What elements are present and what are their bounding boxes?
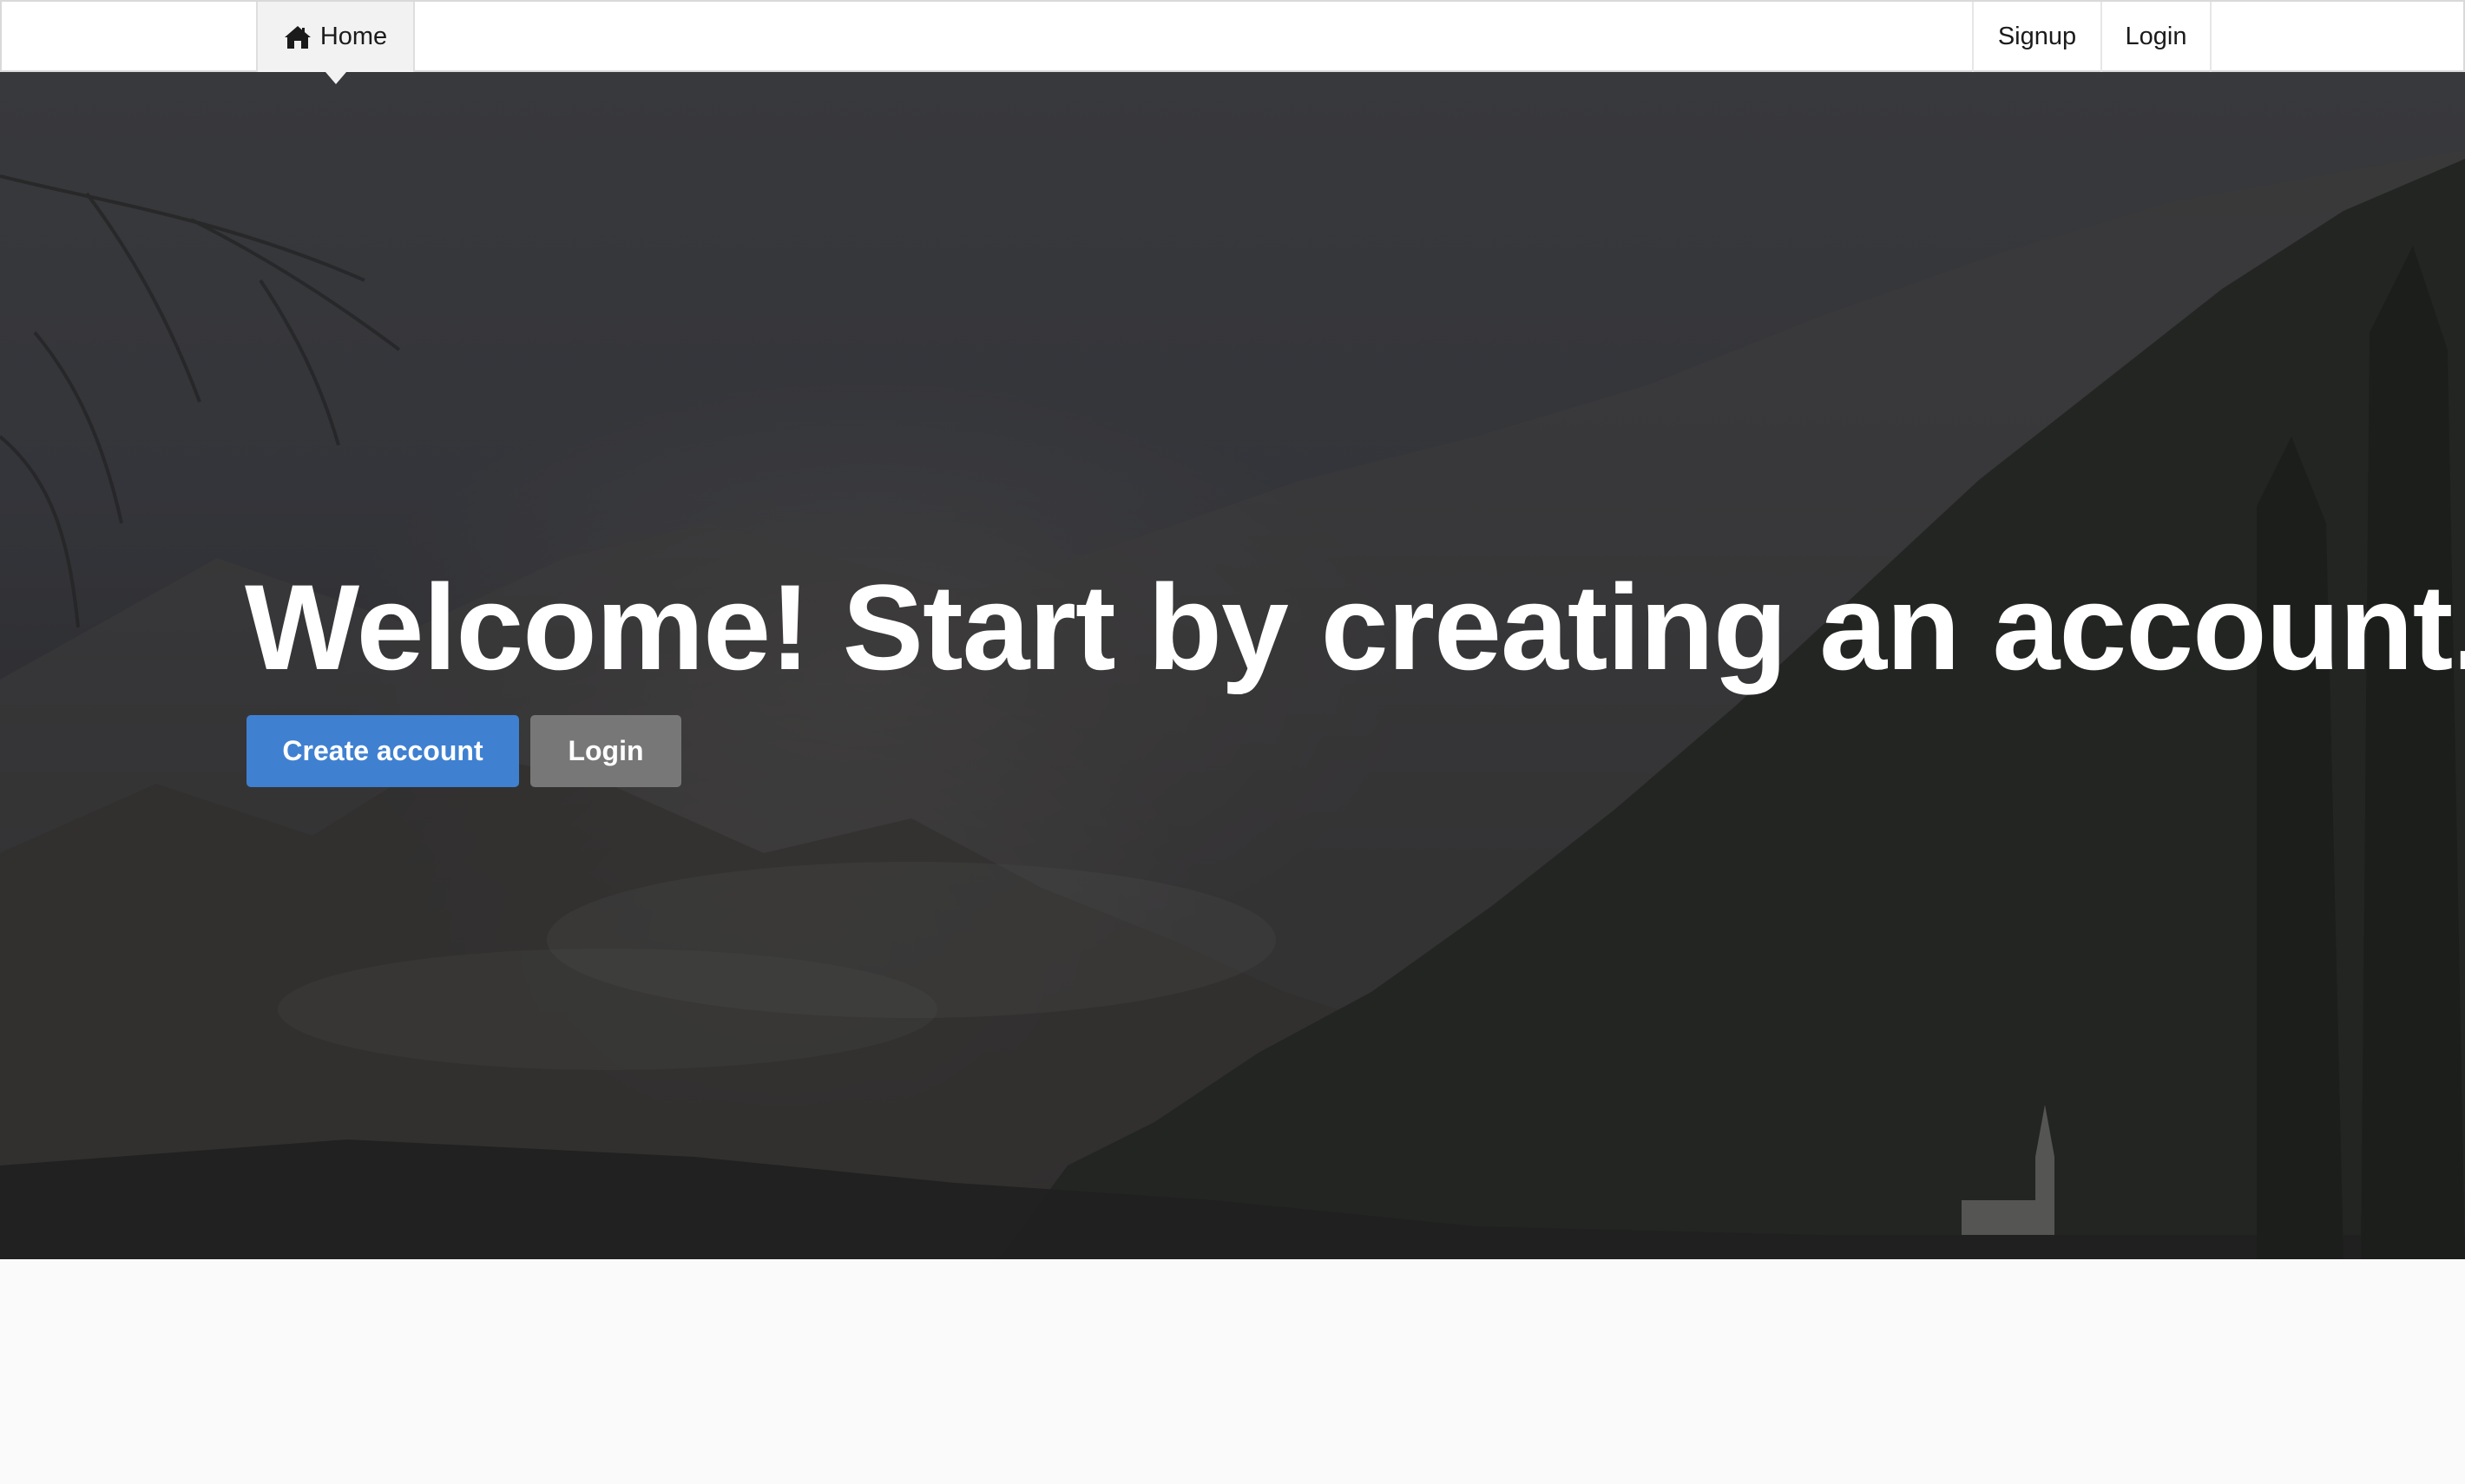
nav-login-link[interactable]: Login	[2100, 2, 2212, 72]
active-indicator-arrow	[325, 72, 346, 84]
nav-home-label: Home	[319, 23, 388, 50]
nav-signup-label: Signup	[1997, 23, 2077, 50]
create-account-button[interactable]: Create account	[246, 715, 519, 787]
hero-title: Welcome! Start by creating an account.	[245, 559, 2465, 695]
nav-login-label: Login	[2125, 23, 2187, 50]
top-navbar: Home Signup Login	[0, 0, 2465, 84]
hero-login-button[interactable]: Login	[530, 715, 681, 787]
home-icon	[284, 25, 311, 49]
nav-home-link[interactable]: Home	[256, 2, 415, 84]
nav-signup-link[interactable]: Signup	[1972, 2, 2100, 72]
hero-section: Welcome! Start by creating an account. C…	[0, 72, 2465, 1259]
